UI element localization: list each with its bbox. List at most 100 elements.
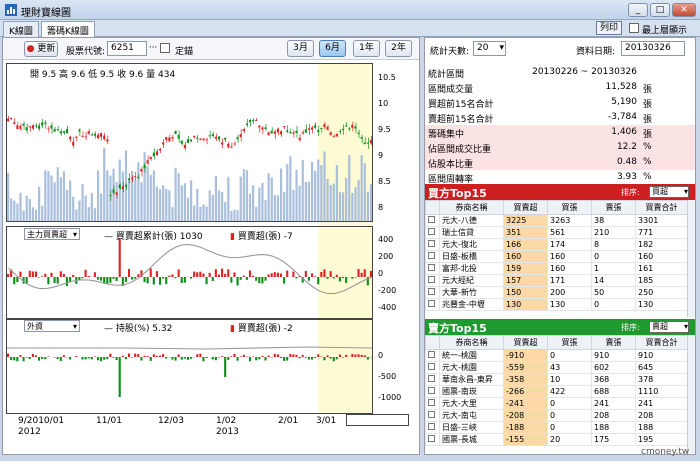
pane2-bar	[230, 277, 233, 283]
candle-body	[75, 136, 78, 138]
lock-checkbox[interactable]	[160, 43, 170, 53]
date-scroll-box[interactable]	[346, 414, 409, 426]
buy-table-scrollbar[interactable]	[687, 200, 695, 317]
volume-bar	[354, 187, 357, 221]
checkbox-box	[428, 300, 435, 307]
column-header[interactable]: 買張	[547, 335, 592, 350]
print-button[interactable]: 列印	[596, 21, 622, 35]
range-1y-button[interactable]: 1年	[353, 40, 380, 57]
column-header[interactable]: 買賣合計	[635, 200, 688, 215]
candle-body	[65, 129, 69, 133]
sell-table-scrollbar[interactable]	[687, 335, 695, 453]
sell-sort-select[interactable]: 賣超 ▾	[649, 321, 689, 333]
row-checkbox[interactable]	[425, 409, 440, 422]
row-checkbox[interactable]	[425, 214, 440, 227]
candle-body	[310, 127, 314, 130]
column-header[interactable]	[425, 200, 440, 215]
row-checkbox[interactable]	[425, 250, 440, 263]
volume-bar	[118, 159, 121, 221]
pane3-bar	[205, 357, 208, 359]
row-checkbox[interactable]	[425, 385, 440, 398]
stock-chart[interactable]: 10.5 10 9.5 9 8.5 8 400 200 0 -200 -400 0 -500 -1000	[6, 63, 409, 423]
table-row[interactable]: 元大經紀 157 171 14 185	[425, 274, 688, 287]
tab-chip-kline[interactable]: 籌碼K線圖	[41, 21, 95, 38]
row-checkbox[interactable]	[425, 298, 440, 311]
column-header[interactable]: 券商名稱	[439, 335, 504, 350]
refresh-button[interactable]: ● 更新	[24, 41, 58, 57]
table-row[interactable]: 國票-長城 -155 20 175 195	[425, 433, 688, 446]
table-row[interactable]: 國票-南崁 -266 422 688 1110	[425, 385, 688, 398]
row-checkbox[interactable]	[425, 238, 440, 251]
table-cell: 國票-長城	[439, 433, 504, 446]
candle-body	[255, 119, 258, 121]
row-checkbox[interactable]	[425, 421, 440, 434]
table-row[interactable]: 元大-八德 3225 3263 38 3301	[425, 214, 688, 227]
column-header[interactable]: 賣張	[591, 200, 636, 215]
range-3m-button[interactable]: 3月	[287, 40, 314, 57]
volume-bar	[121, 171, 124, 221]
table-row[interactable]: 日盛-三峽 -188 0 188 188	[425, 421, 688, 434]
stock-picker-button[interactable]: ···	[147, 42, 159, 55]
table-row[interactable]: 元大-南屯 -208 0 208 208	[425, 409, 688, 422]
row-checkbox[interactable]	[425, 433, 440, 446]
column-header[interactable]: 買賣合計	[635, 335, 688, 350]
table-cell: 208	[635, 409, 688, 422]
row-checkbox[interactable]	[425, 226, 440, 239]
pane3-selector[interactable]: 外資 ▾	[24, 320, 80, 332]
column-header[interactable]: 賣張	[591, 335, 636, 350]
checkbox-box	[428, 351, 435, 358]
close-button[interactable]: ✕	[672, 3, 696, 17]
minimize-button[interactable]: _	[628, 3, 648, 17]
table-row[interactable]: 日盛-板橋 160 160 0 160	[425, 250, 688, 263]
column-header[interactable]: 券商名稱	[439, 200, 504, 215]
table-row[interactable]: 兆豐金-中壢 130 130 0 130	[425, 298, 688, 311]
range-6m-button[interactable]: 6月	[319, 40, 346, 57]
table-row[interactable]: 元大-大里 -241 0 241 241	[425, 397, 688, 410]
stock-code-input[interactable]: 6251	[107, 41, 147, 56]
column-header[interactable]	[425, 335, 440, 350]
pane3-bar	[118, 357, 121, 397]
date-input[interactable]: 20130326	[621, 41, 685, 56]
table-row[interactable]: 大華-新竹 150 200 50 250	[425, 286, 688, 299]
range-2y-button[interactable]: 2年	[385, 40, 412, 57]
table-cell: 159	[503, 262, 548, 275]
title-bar: 理財寶線圖 _ □ ✕	[0, 0, 700, 20]
column-header[interactable]: 買賣超	[503, 200, 548, 215]
volume-bar	[158, 189, 162, 221]
column-header[interactable]: 買賣超	[503, 335, 548, 350]
candle-body	[363, 142, 366, 145]
table-row[interactable]: 元大-復北 166 174 8 182	[425, 238, 688, 251]
stat-row: 區間成交量 11,528 張	[425, 80, 695, 95]
table-row[interactable]: 華南永昌-東昇 -358 10 368 378	[425, 373, 688, 386]
volume-bar	[22, 210, 25, 221]
pane2-bar	[13, 277, 16, 285]
table-row[interactable]: 富邦-北投 159 160 1 161	[425, 262, 688, 275]
row-checkbox[interactable]	[425, 349, 440, 362]
row-checkbox[interactable]	[425, 397, 440, 410]
row-checkbox[interactable]	[425, 361, 440, 374]
checkbox-box	[428, 288, 435, 295]
maximize-button[interactable]: □	[650, 3, 670, 17]
buy-sort-select[interactable]: 買超 ▾	[649, 186, 689, 198]
topmost-label: 最上層顯示	[642, 26, 688, 36]
row-checkbox[interactable]	[425, 286, 440, 299]
column-header[interactable]: 買張	[547, 200, 592, 215]
pane3-bar-legend: ▮ 買賣超(張) -2	[230, 321, 293, 334]
checkbox-box	[428, 216, 435, 223]
candle-body	[248, 119, 252, 123]
volume-bar	[267, 173, 270, 221]
topmost-checkbox[interactable]	[629, 23, 639, 33]
days-select[interactable]: 20 ▾	[473, 41, 506, 56]
row-checkbox[interactable]	[425, 262, 440, 275]
pane2-selector[interactable]: 主力買賣超 ▾	[24, 228, 80, 240]
table-cell: 161	[635, 262, 688, 275]
table-row[interactable]: 瑞士信貸 351 561 210 771	[425, 226, 688, 239]
table-row[interactable]: 統一-桃園 -910 0 910 910	[425, 349, 688, 362]
tab-kline[interactable]: K線圖	[3, 21, 39, 37]
row-checkbox[interactable]	[425, 274, 440, 287]
stat-unit: 張	[643, 130, 653, 140]
table-cell: -910	[503, 349, 548, 362]
volume-bar	[245, 170, 249, 221]
row-checkbox[interactable]	[425, 373, 440, 386]
table-row[interactable]: 元大-桃園 -559 43 602 645	[425, 361, 688, 374]
